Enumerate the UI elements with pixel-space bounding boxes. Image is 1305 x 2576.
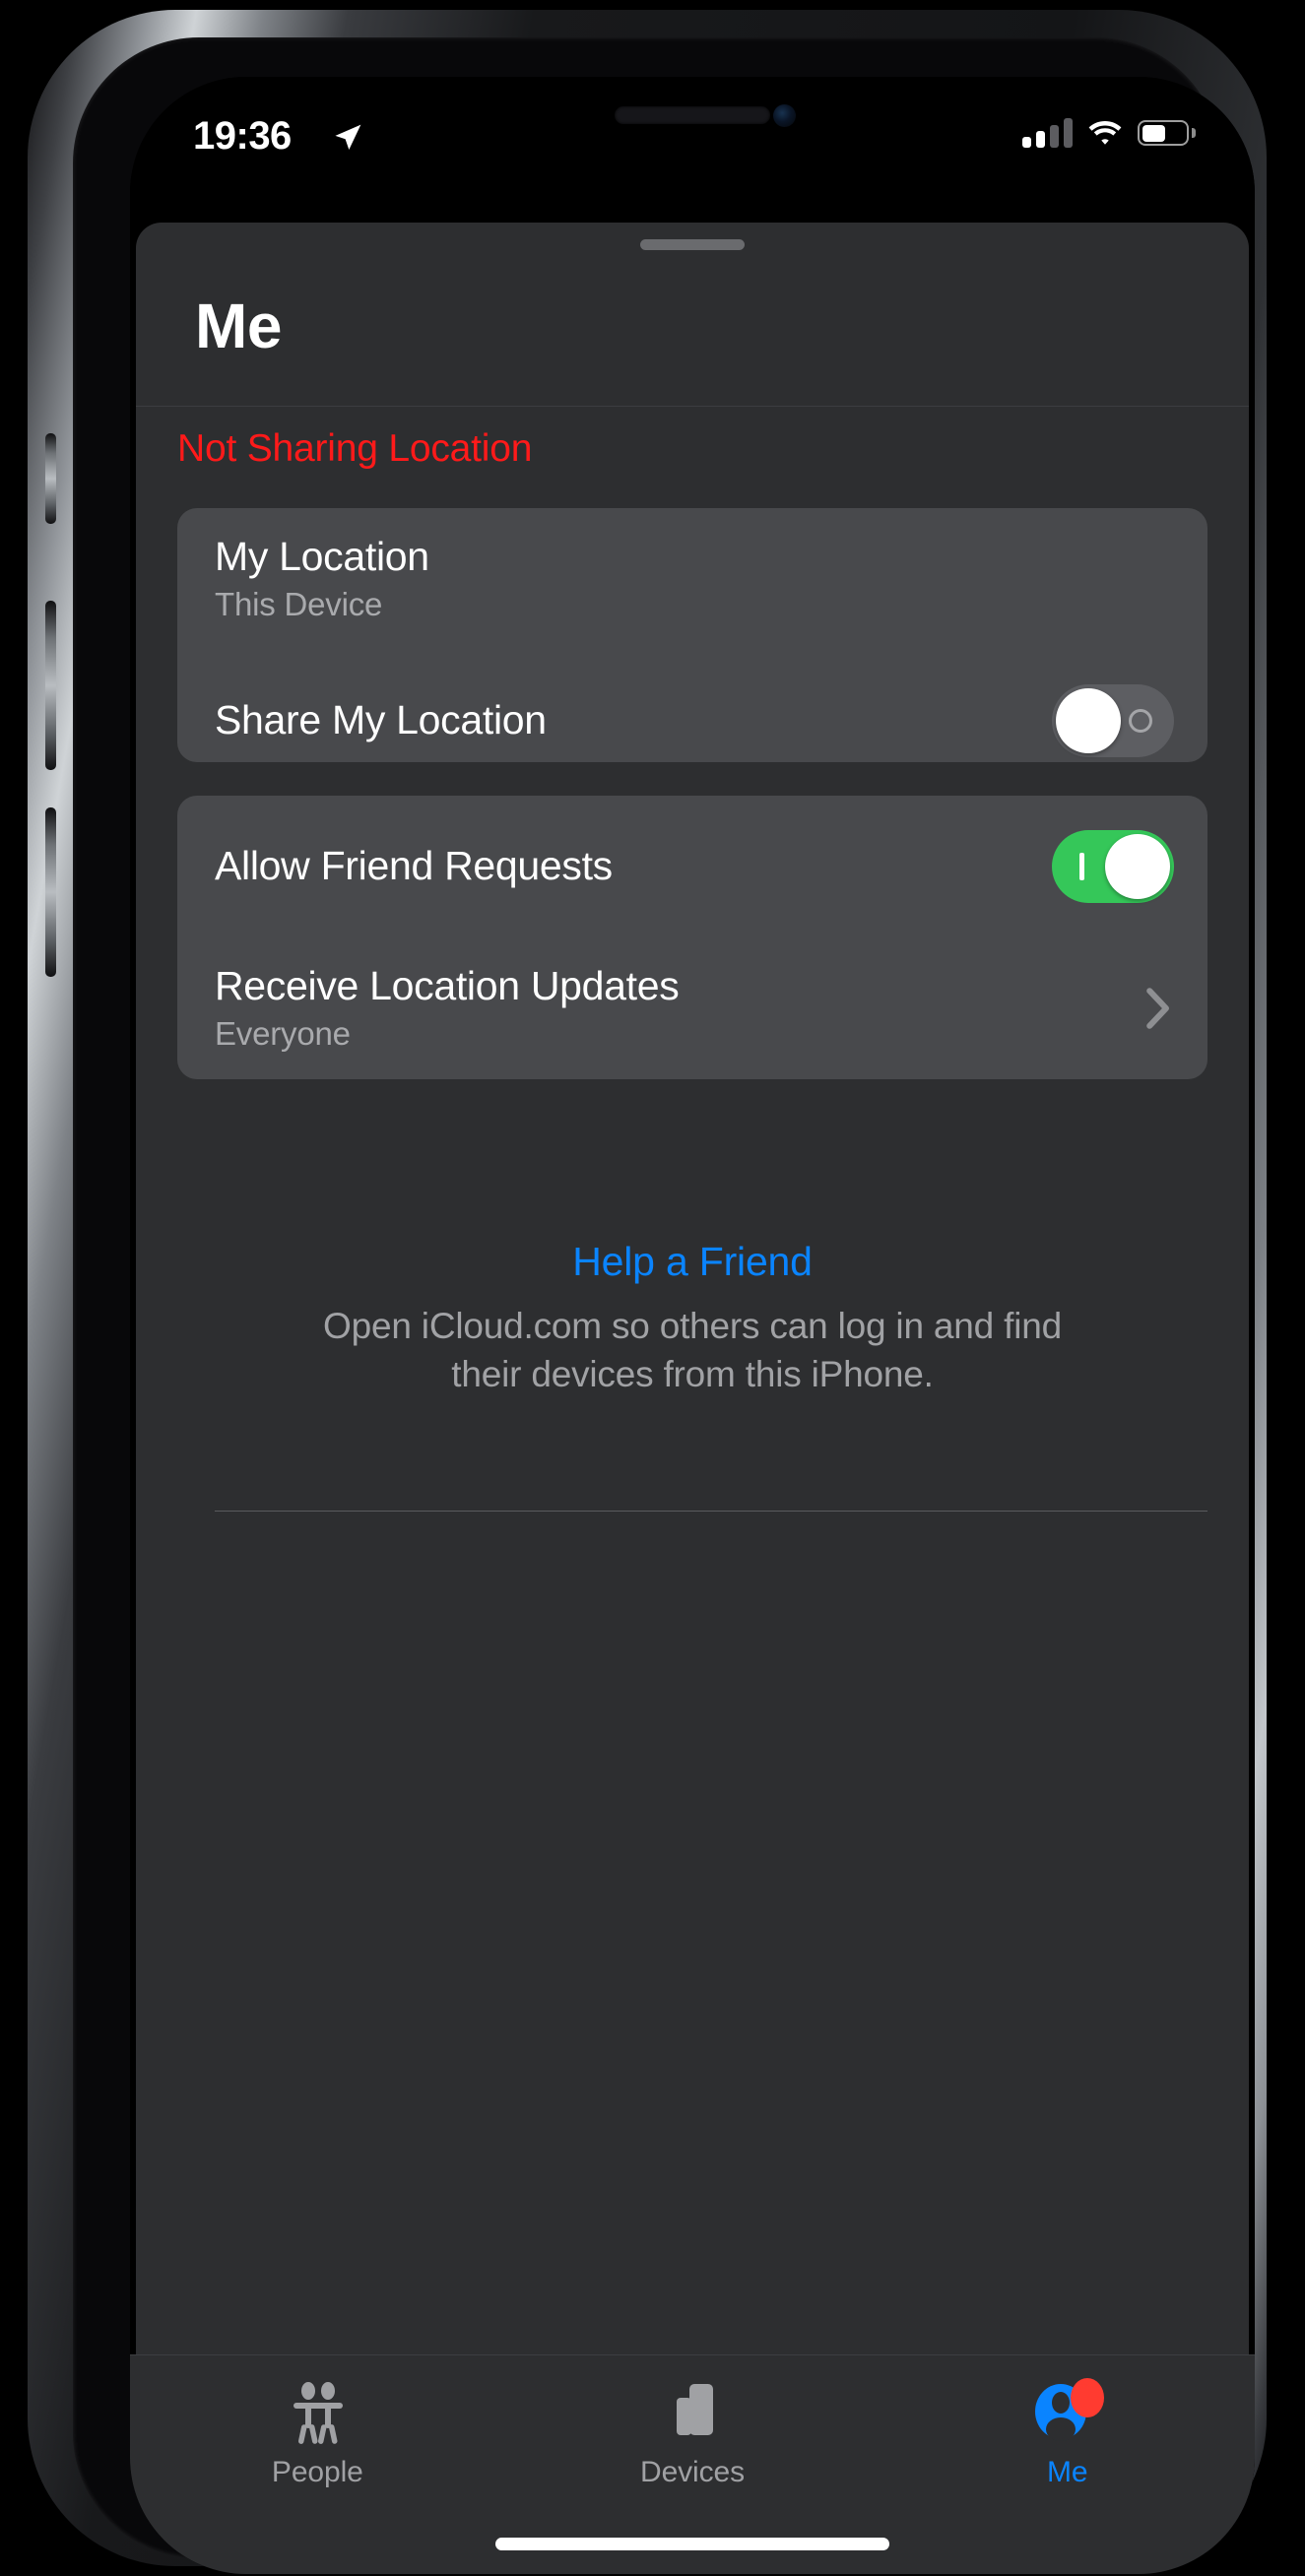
status-bar: 19:36 (130, 106, 1255, 171)
tab-me[interactable]: Me (880, 2377, 1255, 2489)
row-my-location[interactable]: My Location This Device (177, 508, 1207, 650)
toggle-knob (1105, 834, 1170, 899)
screenshot-root: 19:36 Me Not Sharing Location My Locatio… (0, 0, 1305, 2576)
iphone-inner-bezel: 19:36 Me Not Sharing Location My Locatio… (73, 37, 1255, 2574)
toggle-off-mark-icon (1129, 709, 1152, 733)
receive-location-updates-label: Receive Location Updates (215, 962, 680, 1008)
devices-icon (659, 2377, 726, 2446)
row-share-my-location[interactable]: Share My Location (177, 650, 1207, 792)
help-a-friend-link[interactable]: Help a Friend (136, 1239, 1249, 1285)
page-title: Me (195, 290, 282, 361)
iphone-screen: 19:36 Me Not Sharing Location My Locatio… (130, 77, 1255, 2574)
location-card: My Location This Device Share My Locatio… (177, 508, 1207, 1049)
tab-bar: People Devices Me (130, 2354, 1255, 2574)
my-location-value: This Device (215, 586, 383, 623)
status-bar-indicators (1022, 118, 1196, 148)
wifi-icon (1088, 121, 1122, 145)
allow-friend-requests-label: Allow Friend Requests (215, 843, 613, 889)
tab-people[interactable]: People (130, 2377, 505, 2489)
volume-up-button[interactable] (45, 601, 56, 770)
receive-location-updates-value: Everyone (215, 1015, 351, 1053)
sharing-status-text: Not Sharing Location (177, 427, 533, 470)
my-location-label: My Location (215, 533, 429, 579)
mute-switch-button[interactable] (45, 433, 56, 524)
location-arrow-icon (335, 124, 361, 150)
row-receive-location-updates[interactable]: Receive Location Updates Everyone (177, 937, 1207, 1079)
two-people-icon (284, 2377, 351, 2446)
status-bar-time: 19:36 (193, 114, 292, 158)
find-my-app: 19:36 Me Not Sharing Location My Locatio… (130, 77, 1255, 2574)
toggle-knob (1056, 688, 1121, 753)
person-circle-icon (1030, 2377, 1105, 2446)
preferences-card: Allow Friend Requests Receive Location U… (177, 796, 1207, 1512)
tab-people-label: People (271, 2456, 363, 2488)
help-a-friend-description: Open iCloud.com so others can log in and… (323, 1306, 1062, 1395)
battery-icon (1138, 120, 1196, 146)
chevron-right-icon (1146, 988, 1169, 1029)
home-indicator[interactable] (495, 2538, 889, 2550)
allow-friend-requests-toggle[interactable] (1052, 830, 1174, 903)
cellular-signal-icon (1022, 118, 1073, 148)
tab-devices[interactable]: Devices (505, 2377, 881, 2489)
volume-down-button[interactable] (45, 807, 56, 977)
notification-badge (1070, 2378, 1104, 2417)
header-divider (136, 406, 1249, 407)
share-my-location-toggle[interactable] (1052, 684, 1174, 757)
iphone-hardware-frame: 19:36 Me Not Sharing Location My Locatio… (28, 10, 1267, 2574)
share-my-location-label: Share My Location (215, 697, 547, 743)
me-sheet-panel: Me Not Sharing Location My Location This… (136, 223, 1249, 2389)
tab-devices-label: Devices (640, 2456, 745, 2488)
row-allow-friend-requests[interactable]: Allow Friend Requests (177, 796, 1207, 937)
row-separator (215, 1511, 1207, 1512)
toggle-on-mark-icon (1079, 853, 1084, 880)
tab-me-label: Me (1046, 2456, 1088, 2488)
sheet-grabber-handle[interactable] (640, 239, 745, 250)
